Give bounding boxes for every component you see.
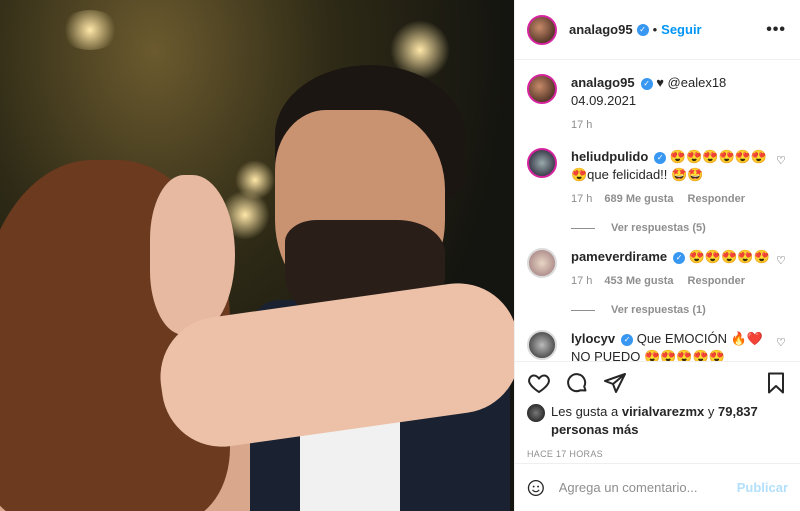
- like-comment-icon[interactable]: ♡: [776, 336, 788, 349]
- post-timestamp[interactable]: HACE 17 HORAS: [515, 439, 800, 463]
- reply-button[interactable]: Responder: [688, 190, 745, 208]
- comment-username[interactable]: pameverdirame: [571, 249, 667, 264]
- post-header: analago95 ✓ • Seguir •••: [515, 0, 800, 60]
- comment-username[interactable]: lylocyv: [571, 331, 615, 346]
- comment-avatar[interactable]: [527, 148, 557, 178]
- comment-likes[interactable]: 453 Me gusta: [604, 272, 673, 290]
- separator-dot: •: [652, 22, 658, 37]
- emoji-icon[interactable]: [527, 477, 545, 499]
- verified-icon: ✓: [654, 151, 667, 164]
- follow-button[interactable]: Seguir: [661, 22, 701, 37]
- comment-likes[interactable]: 689 Me gusta: [604, 190, 673, 208]
- like-icon[interactable]: [527, 371, 551, 395]
- view-replies-button[interactable]: Ver respuestas (1): [571, 304, 788, 316]
- replies-divider: [571, 309, 595, 311]
- like-comment-icon[interactable]: ♡: [776, 154, 788, 167]
- comment-username[interactable]: heliudpulido: [571, 149, 648, 164]
- author-username[interactable]: analago95: [569, 22, 633, 37]
- comment-time[interactable]: 17 h: [571, 190, 592, 208]
- like-comment-icon[interactable]: ♡: [776, 254, 788, 267]
- more-options-icon[interactable]: •••: [766, 21, 786, 39]
- reply-button[interactable]: Responder: [688, 272, 745, 290]
- caption-time[interactable]: 17 h: [571, 116, 592, 134]
- likes-summary: Les gusta a virialvarezmx y 79,837 perso…: [515, 403, 800, 439]
- caption: analago95 ✓ ♥ @ealex18 04.09.2021 17 h: [527, 74, 788, 134]
- view-replies-button[interactable]: Ver respuestas (5): [571, 222, 788, 234]
- post-photo[interactable]: [0, 0, 514, 511]
- comment-item: pameverdirame ✓ 😍😍😍😍😍 17 h 453 Me gusta R…: [527, 248, 788, 290]
- comment-time[interactable]: 17 h: [571, 272, 592, 290]
- publish-button[interactable]: Publicar: [737, 480, 788, 495]
- liker-username[interactable]: virialvarezmx: [622, 404, 704, 419]
- likes-prefix: Les gusta a: [551, 404, 619, 419]
- bookmark-icon[interactable]: [764, 371, 788, 395]
- likes-joiner: y: [707, 404, 715, 419]
- add-comment-bar: Publicar: [515, 463, 800, 511]
- post-sidebar: analago95 ✓ • Seguir ••• analago95 ✓ ♥ @e…: [514, 0, 800, 511]
- verified-icon: ✓: [640, 77, 653, 90]
- author-avatar[interactable]: [527, 14, 557, 45]
- comment-avatar[interactable]: [527, 330, 557, 360]
- comment-item: lylocyv ✓ Que EMOCIÓN 🔥❤️NO PUEDO 😍😍😍😍😍 ♡: [527, 330, 788, 361]
- comment-icon[interactable]: [565, 371, 589, 395]
- verified-icon: ✓: [636, 23, 649, 36]
- action-bar: [515, 361, 800, 403]
- share-icon[interactable]: [603, 371, 627, 395]
- verified-icon: ✓: [621, 333, 634, 346]
- caption-avatar[interactable]: [527, 74, 557, 104]
- verified-icon: ✓: [673, 251, 686, 264]
- instagram-post: analago95 ✓ • Seguir ••• analago95 ✓ ♥ @e…: [0, 0, 800, 511]
- comment-item: heliudpulido ✓ 😍😍😍😍😍😍😍que felicidad!! 🤩🤩 …: [527, 148, 788, 208]
- comments-list: analago95 ✓ ♥ @ealex18 04.09.2021 17 h he…: [515, 60, 800, 361]
- liker-avatar[interactable]: [527, 404, 545, 422]
- comment-text: 😍😍😍😍😍: [688, 249, 770, 264]
- caption-username[interactable]: analago95: [571, 75, 635, 90]
- replies-divider: [571, 227, 595, 229]
- view-replies-label: Ver respuestas (5): [611, 222, 706, 234]
- comment-avatar[interactable]: [527, 248, 557, 278]
- view-replies-label: Ver respuestas (1): [611, 304, 706, 316]
- comment-input[interactable]: [556, 479, 737, 496]
